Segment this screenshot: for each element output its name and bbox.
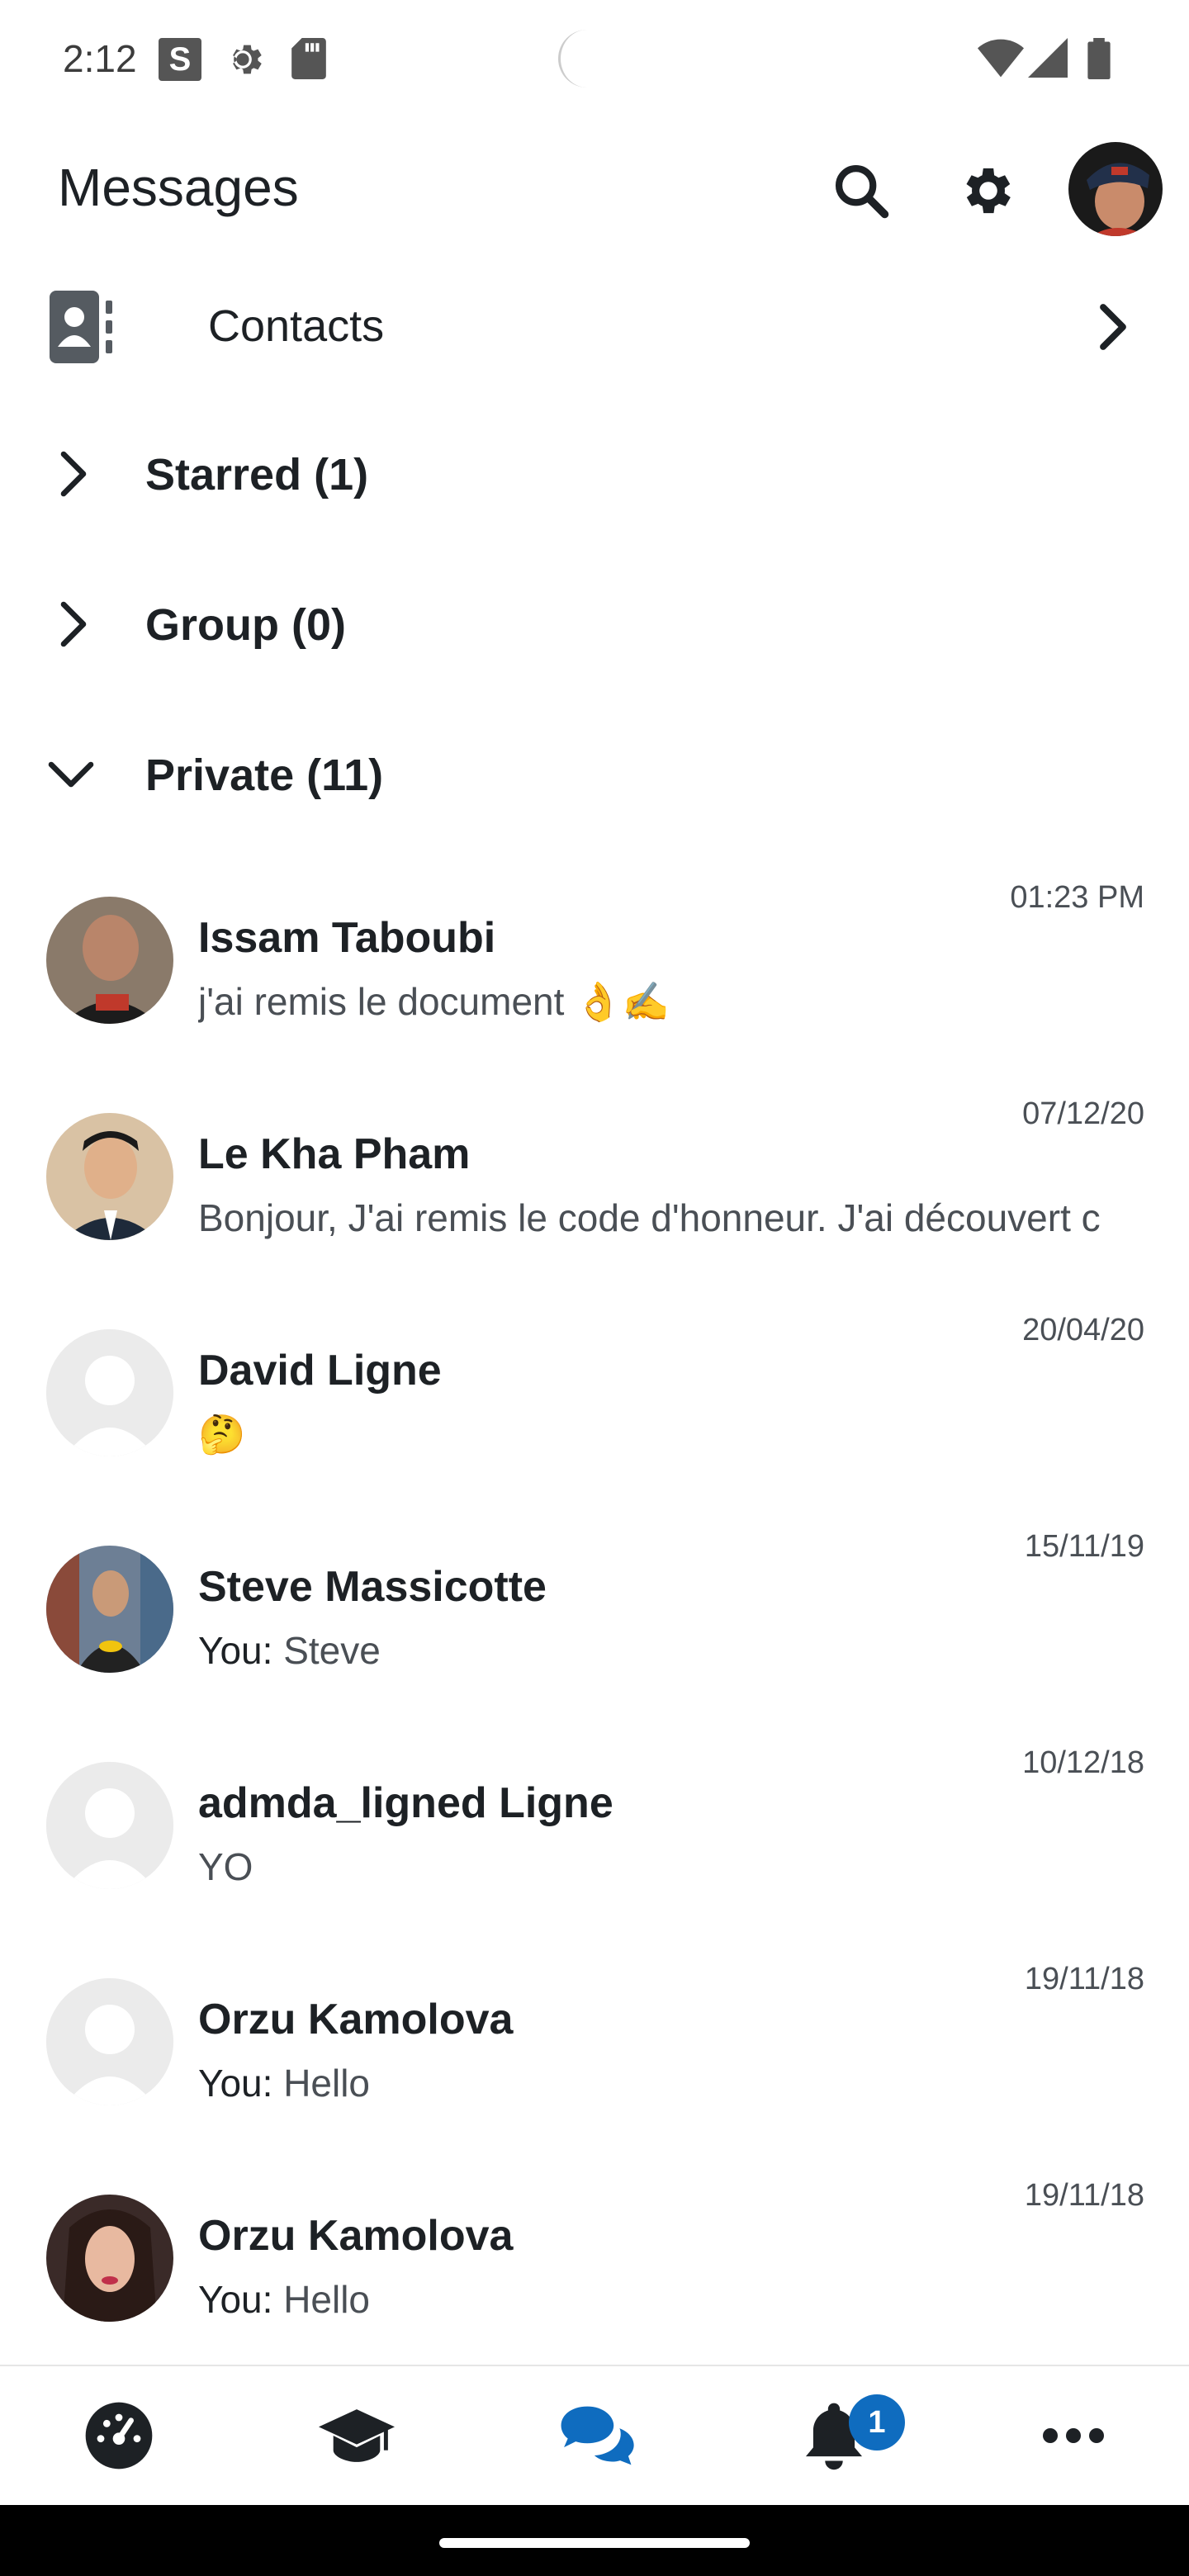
status-bar: 2:12 S [0,0,1189,124]
conversation-item[interactable]: 01:23 PM Issam Taboubi j'ai remis le doc… [0,880,1189,1096]
avatar [46,897,173,1024]
section-group[interactable]: Group (0) [0,575,1189,674]
nav-more[interactable] [1032,2396,1115,2479]
page-title: Messages [58,158,299,217]
conversation-preview-text: YO [198,1845,253,1888]
app-header: Messages [0,124,1189,256]
avatar [46,1546,173,1673]
conversation-item[interactable]: 19/11/18 Orzu Kamolova You: Hello [0,1962,1189,2178]
search-icon [830,159,893,226]
home-gesture-pill[interactable] [439,2538,750,2548]
conversation-time: 10/12/18 [1022,1745,1144,1780]
conversation-name: Le Kha Pham [198,1130,471,1178]
conversation-name: Orzu Kamolova [198,1996,514,2043]
system-gesture-bar [0,2505,1189,2576]
avatar-placeholder [46,1978,173,2105]
conversation-time: 19/11/18 [1024,2178,1144,2213]
conversation-preview-text: Hello [283,2062,371,2105]
conversation-name: Steve Massicotte [198,1563,547,1611]
settings-icon [958,160,1019,225]
battery-icon [1087,38,1111,83]
chevron-right-icon [46,449,96,503]
conversation-item[interactable]: 10/12/18 admda_ligned Ligne YO [0,1745,1189,1962]
nav-dashboard[interactable] [78,2396,160,2479]
chevron-down-icon [46,750,96,803]
you-prefix: You: [198,2278,273,2321]
section-label-private: Private (11) [145,751,384,800]
conversation-name: Orzu Kamolova [198,2212,514,2260]
conversation-name: Issam Taboubi [198,914,496,962]
more-icon [1040,2426,1106,2450]
conversation-preview: You: Steve [198,1628,1144,1673]
avatar-placeholder [46,1762,173,1889]
conversation-preview-text: Hello [283,2278,371,2321]
conversation-item[interactable]: 15/11/19 Steve Massicotte You: Steve [0,1529,1189,1745]
avatar-placeholder [46,1329,173,1456]
conversation-preview: j'ai remis le document 👌✍️ [198,979,1144,1025]
sd-card-icon [291,38,327,83]
conversation-time: 19/11/18 [1024,1962,1144,1996]
conversation-preview-text: Steve [283,1629,381,1672]
bottom-navigation: 1 [0,2365,1189,2505]
contacts-link[interactable]: Contacts [0,281,1189,375]
nav-messages[interactable] [555,2396,637,2479]
avatar [46,1113,173,1240]
conversation-preview-text: Bonjour, J'ai remis le code d'honneur. J… [198,1196,1101,1239]
dashboard-icon [83,2399,155,2476]
chevron-right-icon [1093,302,1133,356]
conversation-preview: You: Hello [198,2277,1144,2322]
messages-icon [558,2402,634,2474]
section-label-starred: Starred (1) [145,450,369,500]
search-button[interactable] [824,155,898,230]
conversation-item[interactable]: 07/12/20 Le Kha Pham Bonjour, J'ai remis… [0,1096,1189,1313]
nav-courses[interactable] [315,2396,398,2479]
gear-icon [221,38,264,85]
section-label-group: Group (0) [145,600,346,650]
conversation-time: 15/11/19 [1024,1529,1144,1564]
conversation-preview-text: j'ai remis le document 👌✍️ [198,980,670,1023]
conversation-time: 07/12/20 [1022,1096,1144,1131]
section-private[interactable]: Private (11) [0,725,1189,824]
conversation-preview: YO [198,1844,1144,1889]
notification-badge: 1 [849,2394,905,2451]
conversation-preview: Bonjour, J'ai remis le code d'honneur. J… [198,1196,1144,1240]
conversation-item[interactable]: 20/04/20 David Ligne 🤔 [0,1313,1189,1529]
conversation-name: David Ligne [198,1347,442,1395]
conversation-preview-text: 🤔 [198,1413,246,1456]
contacts-label: Contacts [208,301,385,351]
conversation-preview: You: Hello [198,2061,1144,2105]
status-time: 2:12 [63,37,137,80]
you-prefix: You: [198,2062,273,2105]
section-starred[interactable]: Starred (1) [0,424,1189,523]
chevron-right-icon [46,599,96,653]
conversation-preview: 🤔 [198,1412,1144,1457]
conversation-time: 20/04/20 [1022,1313,1144,1347]
user-avatar[interactable] [1068,142,1163,236]
avatar [46,2195,173,2322]
s-icon: S [159,38,201,81]
conversation-name: admda_ligned Ligne [198,1779,613,1827]
conversation-time: 01:23 PM [1010,880,1144,915]
wifi-icon [978,38,1024,82]
signal-icon [1027,38,1068,82]
camera-cutout [558,30,616,88]
conversation-item[interactable]: 19/11/18 Orzu Kamolova You: Hello [0,2178,1189,2394]
settings-button[interactable] [951,155,1026,230]
contacts-book-icon [50,291,119,367]
courses-icon [319,2403,395,2473]
you-prefix: You: [198,1629,273,1672]
